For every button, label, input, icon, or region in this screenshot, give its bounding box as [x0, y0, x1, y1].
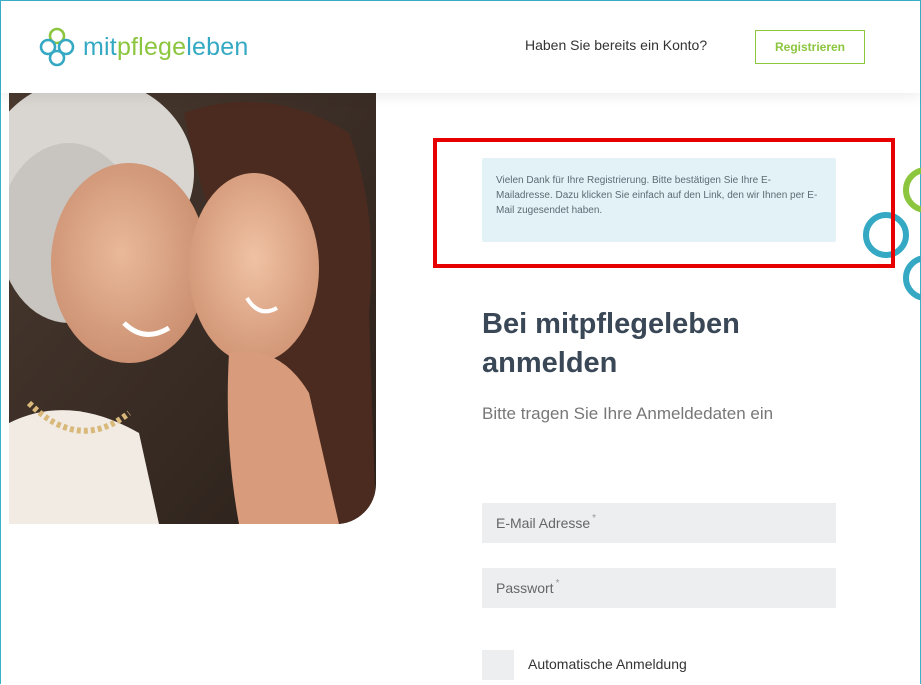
logo-text: mitpflegeleben	[83, 32, 249, 61]
email-field[interactable]: E-Mail Adresse *	[482, 503, 836, 543]
required-marker: *	[555, 577, 560, 589]
required-marker: *	[592, 512, 597, 524]
header: mitpflegeleben Haben Sie bereits ein Kon…	[1, 1, 920, 93]
auto-login-checkbox[interactable]	[482, 650, 514, 680]
password-field[interactable]: Passwort *	[482, 568, 836, 608]
auto-login-label: Automatische Anmeldung	[528, 656, 687, 672]
page-subtitle: Bitte tragen Sie Ihre Anmeldedaten ein	[482, 404, 774, 423]
hero-photo-illustration	[9, 93, 376, 524]
highlight-box	[433, 138, 895, 268]
account-question: Haben Sie bereits ein Konto?	[525, 37, 708, 53]
page-title: Bei mitpflegeleben anmelden	[482, 308, 740, 379]
logo-knot-icon	[39, 27, 75, 67]
logo[interactable]: mitpflegeleben	[37, 25, 248, 69]
hero-photo	[9, 93, 376, 524]
password-placeholder: Passwort	[496, 580, 554, 596]
email-placeholder: E-Mail Adresse	[496, 515, 591, 531]
register-button[interactable]: Registrieren	[755, 30, 865, 64]
